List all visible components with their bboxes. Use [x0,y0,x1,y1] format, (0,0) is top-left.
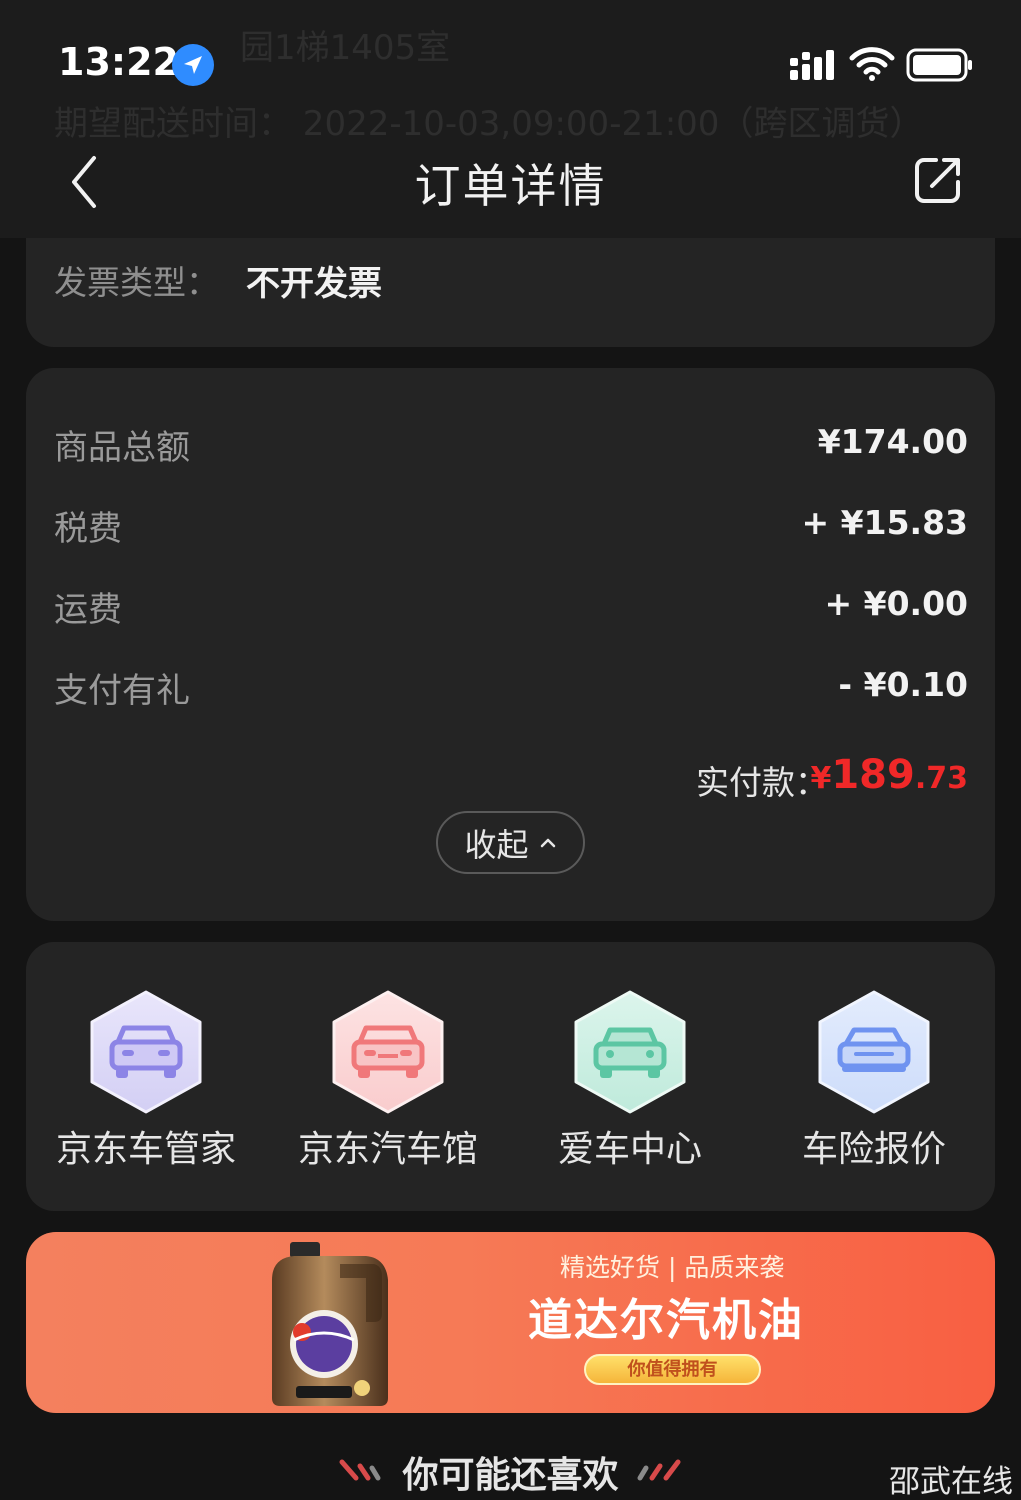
paid-decimal: .73 [914,761,968,796]
car-services-card: 京东车管家 京东汽车馆 爱车中心 车险报价 [26,942,995,1211]
page-title: 订单详情 [414,159,607,213]
service-label: 车险报价 [801,1129,946,1170]
car-icon [332,990,444,1114]
watermark-text: 邵武在线 [889,1464,1013,1500]
wifi-icon [849,47,895,81]
oil-can-icon [272,1242,388,1406]
recommend-section-title: 你可能还喜欢 [402,1455,619,1496]
car-icon [574,990,686,1114]
battery-icon [906,48,972,82]
paid-currency: ¥ [810,761,832,796]
service-label: 爱车中心 [557,1129,702,1170]
paid-label: 实付款： [696,763,828,802]
service-label: 京东汽车馆 [297,1129,478,1170]
goods-total-label: 商品总额 [54,428,190,468]
ghost-delivery-text: 期望配送时间： 2022-10-03,09:00-21:00（跨区调货） [54,104,924,144]
service-jd-car-steward[interactable]: 京东车管家 [26,990,266,1172]
service-jd-auto-hall[interactable]: 京东汽车馆 [268,990,508,1172]
shipping-value: + ¥0.00 [824,584,968,623]
invoice-type-label: 发票类型： [54,263,219,302]
collapse-label: 收起 [464,825,529,864]
promo-banner[interactable]: 精选好货 | 品质来袭 道达尔汽机油 你值得拥有 [26,1232,995,1413]
banner-title: 道达尔汽机油 [528,1295,804,1346]
location-icon [172,44,214,86]
banner-cta-pill: 你值得拥有 [584,1354,761,1385]
service-car-center[interactable]: 爱车中心 [510,990,750,1172]
service-car-insurance-quote[interactable]: 车险报价 [754,990,994,1172]
price-summary-card: 商品总额 ¥174.00 税费 + ¥15.83 运费 + ¥0.00 支付有礼… [26,368,995,921]
ghost-address-text: 园1梯1405室 [240,28,451,68]
signal-icon [790,50,834,80]
payment-gift-label: 支付有礼 [54,671,190,711]
car-shield-icon [818,990,930,1114]
share-icon[interactable] [912,154,964,206]
status-time: 13:22 [58,40,179,84]
banner-subtitle: 精选好货 | 品质来袭 [560,1253,785,1282]
service-label: 京东车管家 [55,1129,236,1170]
tax-label: 税费 [54,509,122,549]
shipping-label: 运费 [54,590,122,630]
top-bar: 园1梯1405室 期望配送时间： 2022-10-03,09:00-21:00（… [0,0,1021,238]
paid-integer: 189 [831,752,915,798]
decoration-slash-icon [637,1459,681,1481]
payment-gift-value: - ¥0.10 [838,665,968,704]
tax-value: + ¥15.83 [801,503,968,542]
chevron-up-icon [540,838,555,847]
collapse-button[interactable]: 收起 [436,811,585,874]
invoice-type-value: 不开发票 [246,264,382,304]
car-icon [90,990,202,1114]
goods-total-value: ¥174.00 [817,422,968,461]
paid-amount: ¥189.73 [810,752,968,798]
